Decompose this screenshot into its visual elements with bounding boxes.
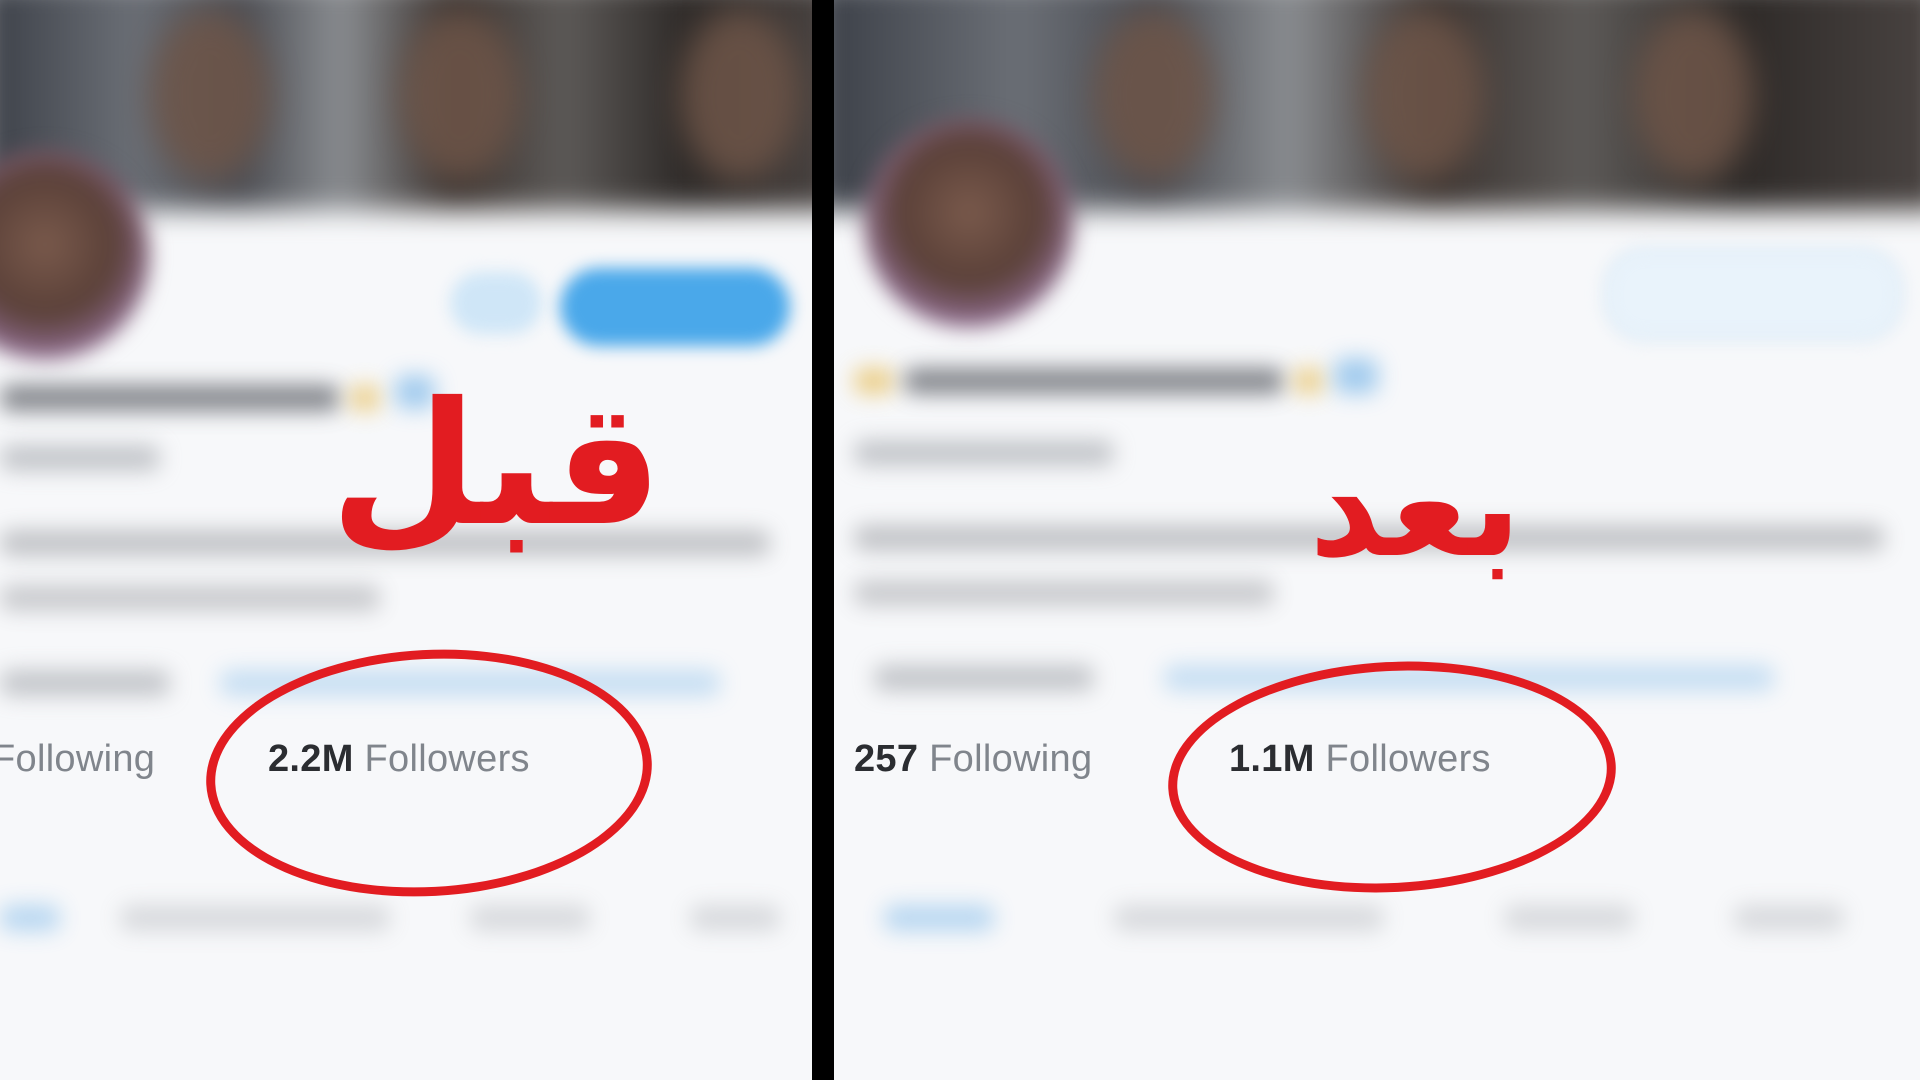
- emoji-icon: [1294, 368, 1324, 394]
- banner-photo: [680, 10, 800, 180]
- following-stat[interactable]: 257 Following: [854, 738, 1092, 788]
- profile-handle: [854, 440, 1114, 466]
- before-caption: قبل: [330, 366, 663, 564]
- profile-bio: [854, 580, 1274, 606]
- profile-handle: [0, 445, 160, 471]
- notification-button[interactable]: [450, 272, 542, 334]
- emoji-icon: [854, 368, 894, 394]
- after-panel: 257 Following 1.1M Followers بعد: [834, 0, 1920, 1080]
- tab-media[interactable]: [1504, 905, 1634, 931]
- divider: [812, 0, 834, 1080]
- after-caption: بعد: [1309, 426, 1522, 589]
- following-count: 257: [854, 738, 919, 780]
- before-panel: Following 2.2M Followers قبل: [0, 0, 812, 1080]
- banner-photo: [1634, 10, 1754, 180]
- tab-replies[interactable]: [120, 905, 390, 931]
- tab-media[interactable]: [470, 905, 590, 931]
- tab-tweets[interactable]: [884, 905, 994, 931]
- follow-button[interactable]: [560, 268, 790, 346]
- comparison-image: Following 2.2M Followers قبل 257 Followi…: [0, 0, 1920, 1080]
- profile-location: [874, 665, 1094, 691]
- verified-badge-icon: [1334, 358, 1378, 394]
- tab-tweets[interactable]: [0, 905, 60, 931]
- profile-name: [0, 385, 340, 411]
- profile-bio: [0, 585, 380, 611]
- following-button[interactable]: [1604, 248, 1902, 340]
- following-label: Following: [929, 738, 1093, 780]
- profile-name: [904, 368, 1284, 394]
- profile-location: [0, 670, 170, 696]
- banner-photo: [1364, 10, 1484, 180]
- avatar: [864, 118, 1074, 328]
- banner-photo: [1094, 10, 1214, 180]
- tab-likes[interactable]: [690, 905, 780, 931]
- following-stat[interactable]: Following: [0, 738, 155, 788]
- tab-likes[interactable]: [1734, 905, 1844, 931]
- following-label: Following: [0, 738, 156, 780]
- banner-photo: [400, 10, 520, 180]
- tab-replies[interactable]: [1114, 905, 1384, 931]
- banner-photo: [150, 10, 270, 180]
